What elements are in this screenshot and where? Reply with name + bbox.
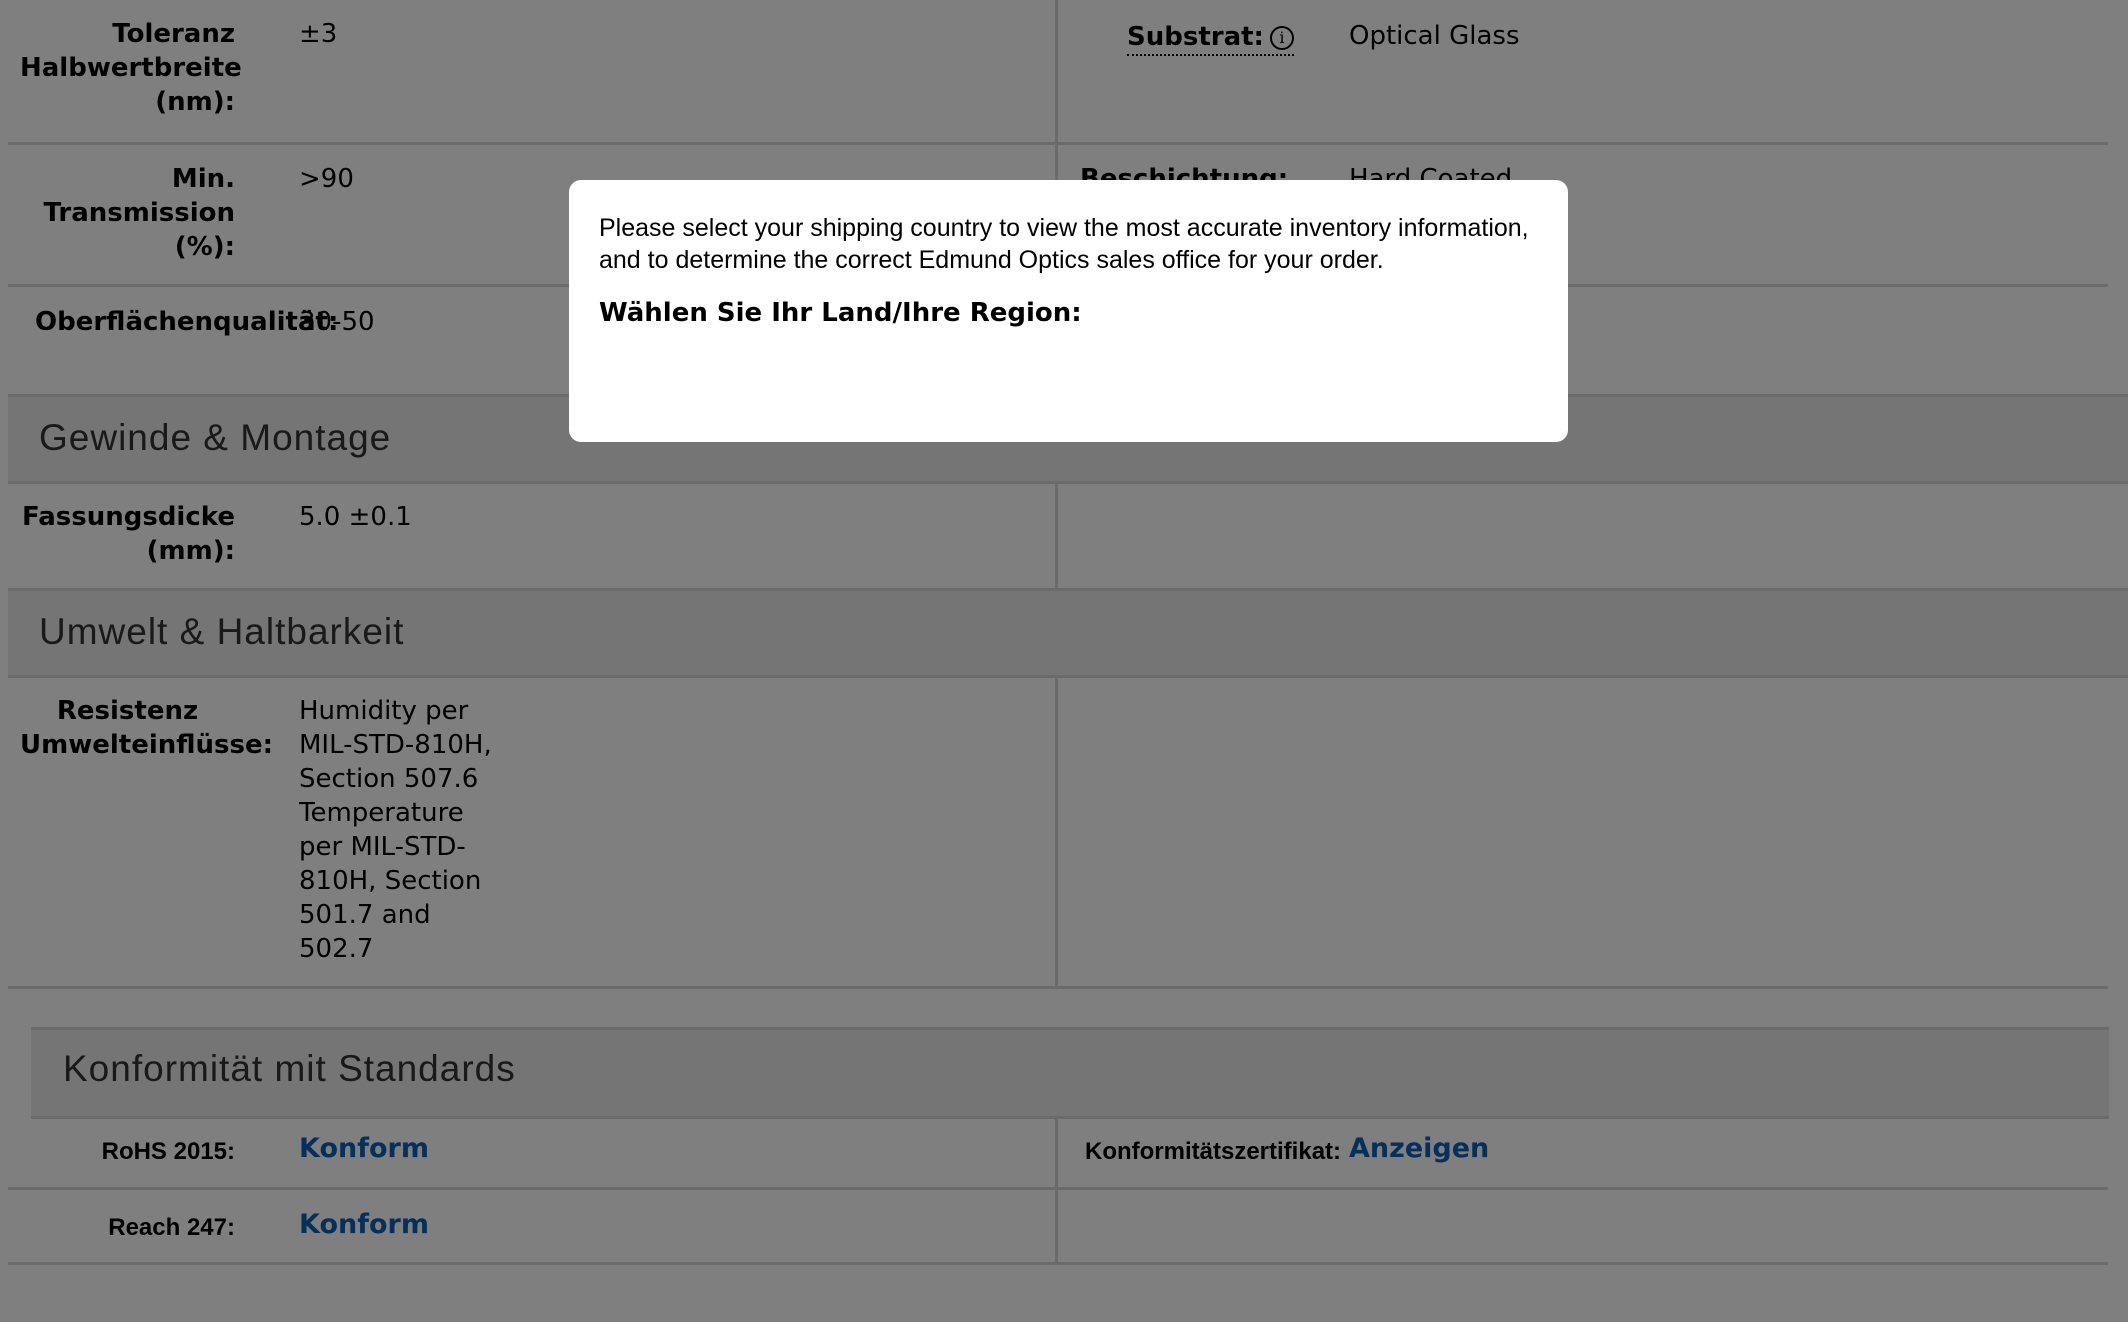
country-select-modal: Please select your shipping country to v… <box>569 180 1568 442</box>
region-select-label: Wählen Sie Ihr Land/Ihre Region: <box>599 298 1082 328</box>
modal-message: Please select your shipping country to v… <box>599 214 1529 274</box>
